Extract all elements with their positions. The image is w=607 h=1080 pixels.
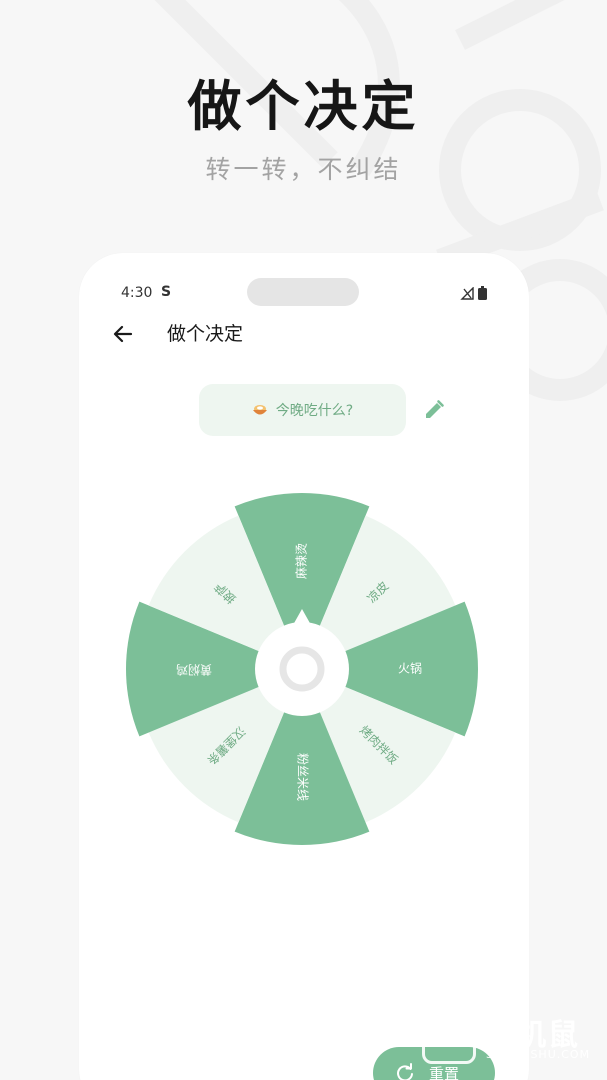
refresh-icon (397, 1063, 413, 1080)
battery-icon (478, 286, 487, 300)
status-indicator: S (161, 284, 172, 300)
wheel-option-label: 麻辣烫 (294, 543, 309, 579)
wheel-hub[interactable] (255, 622, 349, 716)
status-icons (460, 286, 487, 300)
camera-notch (247, 278, 359, 306)
wheel-option-label: 火锅 (398, 661, 422, 676)
phone-frame: 4:30 S 做个决定 今晚吃什么? 麻辣烫 凉皮 火锅 烤肉拌饭 粉丝米线 汉堡薯条 黄焖 (79, 253, 529, 1080)
hero-title: 做个决定 (187, 75, 420, 138)
pencil-icon (426, 400, 444, 418)
watermark: 手机鼠 SHOUJISHU.COM (422, 1008, 592, 1068)
decision-wheel[interactable]: 麻辣烫凉皮火锅烤肉拌饭粉丝米线汉堡薯条黄焖鸡披萨 (126, 493, 478, 845)
hero-subtitle: 转一转，不纠结 (205, 155, 402, 184)
edit-button[interactable] (421, 397, 447, 423)
back-button[interactable] (107, 318, 139, 350)
question-text: 今晚吃什么? (275, 403, 354, 419)
signal-icon (460, 286, 474, 300)
app-title: 做个决定 (167, 323, 244, 345)
question-field[interactable]: 今晚吃什么? (199, 384, 406, 436)
watermark-logo (422, 1010, 476, 1064)
watermark-url: SHOUJISHU.COM (486, 1048, 591, 1061)
wheel-option-label: 粉丝米线 (296, 753, 310, 801)
wheel-option-label: 黄焖鸡 (176, 663, 212, 678)
status-time: 4:30 (121, 285, 153, 301)
arrow-left-icon (113, 325, 133, 343)
food-bowl-icon (252, 405, 267, 415)
